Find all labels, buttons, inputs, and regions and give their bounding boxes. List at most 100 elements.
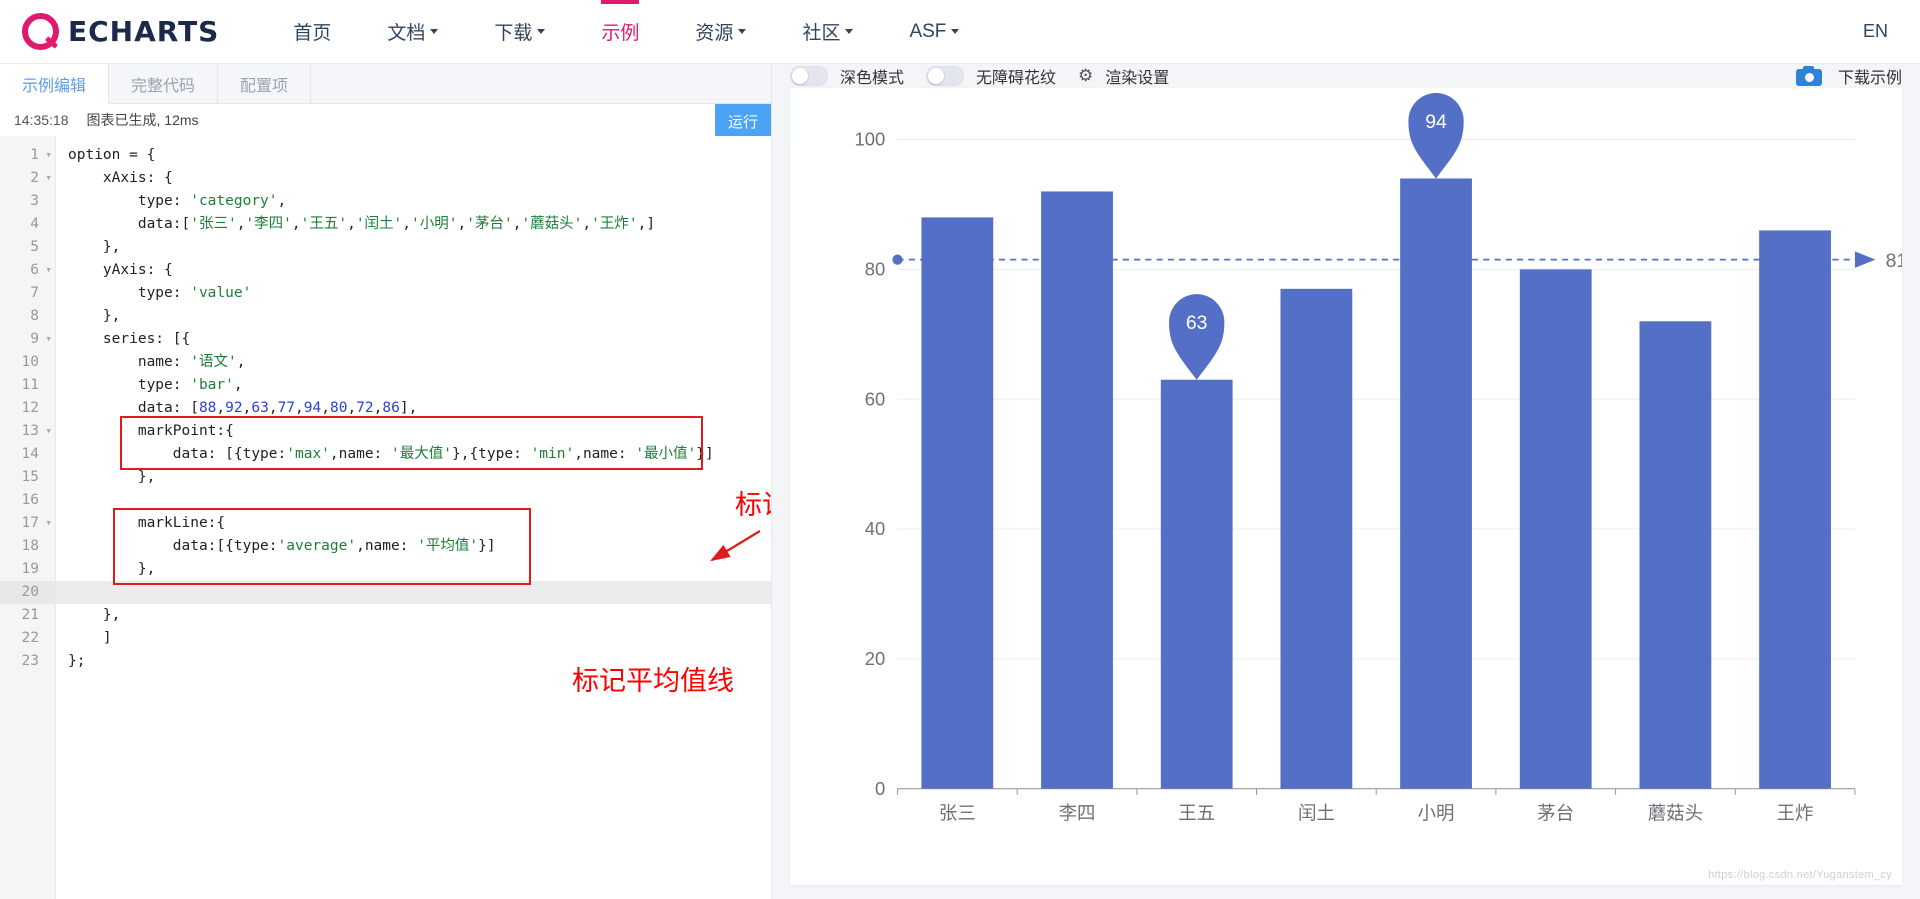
camera-icon[interactable] [1795,66,1822,86]
brand-logo-link[interactable]: ECHARTS [22,13,219,50]
code-content[interactable]: option = { xAxis: { type: 'category', da… [56,136,771,899]
y-axis-tick-label: 100 [854,129,885,150]
render-settings-label[interactable]: 渲染设置 [1105,64,1169,88]
tab-label: 完整代码 [131,77,196,95]
x-axis-tick-label: 闰土 [1298,803,1335,824]
chart-card: 0 20 40 60 80 100 张三 李四 王五 闰土 小明 茅台 蘑菇头 王炸 81.5 94 63 ht… [790,88,1920,885]
line-number-gutter: 1234567891011121314151617181920212223 [0,136,56,899]
code-line: data: [{type:'max',name: '最大值'},{type: '… [68,446,714,462]
nav-item-download[interactable]: 下载 [466,0,573,63]
tab-full-code[interactable]: 完整代码 [109,64,219,103]
nav-item-label: 首页 [293,23,332,44]
language-switcher[interactable]: EN [1863,21,1898,42]
y-axis-tick-label: 80 [865,258,885,279]
mark-point-pin[interactable] [1169,294,1225,380]
code-line: type: 'category', [68,193,287,209]
line-number: 6 [0,258,55,282]
mark-line-label: 81.5 [1886,250,1902,272]
chevron-down-icon [738,29,747,34]
bar[interactable] [1160,379,1233,789]
line-number: 3 [30,193,39,209]
mark-line-arrow-icon [1854,251,1876,268]
y-axis-tick-label: 60 [865,388,885,409]
code-line: markPoint:{ [68,423,234,439]
code-line: xAxis: { [68,170,173,186]
bar[interactable] [1519,269,1592,789]
nav-item-community[interactable]: 社区 [774,0,881,63]
dark-mode-toggle[interactable] [790,66,828,86]
line-number: 5 [30,239,39,255]
nav-item-label: 示例 [601,23,640,44]
bar[interactable] [1280,288,1353,789]
line-number: 14 [21,446,39,462]
chevron-down-icon [951,29,960,34]
brand-name: ECHARTS [68,15,220,48]
code-line: }, [68,308,121,324]
annotation-mark-average: 标记平均值线 [572,666,734,696]
gear-icon[interactable]: ⚙ [1078,66,1093,86]
nav-item-label: 下载 [494,23,533,44]
nav-item-home[interactable]: 首页 [265,0,359,63]
download-example-button[interactable]: 下载示例 [1838,64,1902,88]
nav-item-resources[interactable]: 资源 [667,0,774,63]
line-number: 18 [21,538,39,554]
y-axis-tick-label: 20 [865,648,885,669]
code-line: data:[{type:'average',name: '平均值'}] [68,538,496,554]
top-navbar: ECHARTS 首页 文档 下载 示例 资源 社区 ASF EN [0,0,1920,64]
line-number: 12 [21,400,39,416]
bar[interactable] [1639,321,1712,789]
line-number: 8 [30,308,39,324]
line-number: 11 [21,377,39,393]
code-line: series: [{ [68,331,191,347]
line-number: 16 [21,492,39,508]
line-number: 15 [21,469,39,485]
line-number: 19 [21,561,39,577]
line-number: 7 [30,285,39,301]
code-line: ] [68,630,112,646]
nav-links: 首页 文档 下载 示例 资源 社区 ASF [265,0,987,63]
line-number: 17 [0,511,55,535]
bar[interactable] [921,217,994,789]
chart-toolbar: 深色模式 无障碍花纹 ⚙ 渲染设置 下载示例 [772,64,1920,88]
x-axis-tick-label: 蘑菇头 [1648,803,1703,824]
x-axis-tick-label: 王五 [1178,803,1215,824]
main-content: 示例编辑 完整代码 配置项 14:35:18 图表已生成, 12ms 运行 12… [0,64,1920,899]
tab-label: 配置项 [240,77,289,95]
echarts-logo-icon [22,13,59,50]
tab-config-options[interactable]: 配置项 [218,64,312,103]
accessibility-pattern-label: 无障碍花纹 [976,70,1057,87]
bar[interactable] [1759,230,1831,789]
bar-chart[interactable]: 0 20 40 60 80 100 张三 李四 王五 闰土 小明 茅台 蘑菇头 王炸 81.5 94 63 [790,88,1920,885]
mark-point-label: 63 [1186,312,1208,334]
code-line: option = { [68,147,156,163]
mark-point-label: 94 [1425,111,1447,133]
nav-item-label: 文档 [387,23,426,44]
line-number: 23 [21,653,39,669]
annotation-mark-extremes: 标记最值 [735,490,771,520]
code-editor[interactable]: 1234567891011121314151617181920212223 op… [0,136,771,899]
bar[interactable] [1041,191,1113,789]
code-line: }, [68,607,121,623]
line-number: 2 [0,166,55,190]
bar[interactable] [1400,178,1472,789]
chevron-down-icon [845,29,854,34]
code-line [56,581,771,604]
status-timestamp: 14:35:18 [14,112,69,128]
nav-item-asf[interactable]: ASF [881,0,987,63]
line-number: 10 [21,354,39,370]
chart-pane: 深色模式 无障碍花纹 ⚙ 渲染设置 下载示例 0 20 40 60 80 100 张三 李四 王… [772,64,1920,899]
run-button[interactable]: 运行 [715,104,771,138]
accessibility-pattern-toggle[interactable] [926,66,965,86]
nav-item-docs[interactable]: 文档 [359,0,466,63]
nav-item-label: 资源 [695,23,734,44]
code-line: markLine:{ [68,515,226,531]
mark-point-pin[interactable] [1408,92,1464,179]
nav-item-examples[interactable]: 示例 [573,0,667,63]
chart-toolbar-right: 下载示例 [1795,64,1902,88]
tab-example-editor[interactable]: 示例编辑 [0,64,110,104]
x-axis-tick-label: 小明 [1418,803,1455,824]
line-number: 1 [0,143,55,167]
code-line: yAxis: { [68,262,173,278]
chevron-down-icon [430,29,439,34]
